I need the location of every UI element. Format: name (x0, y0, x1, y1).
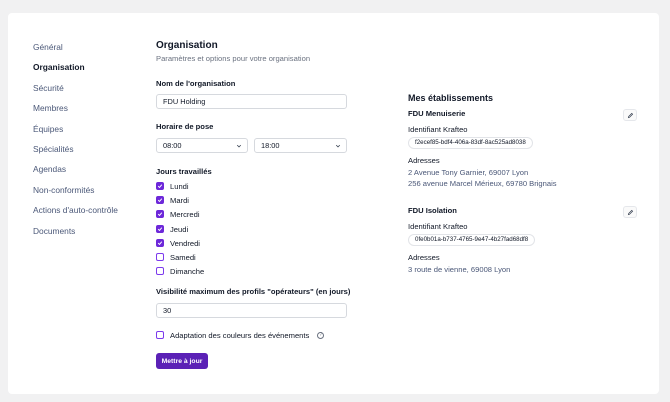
day-label: Samedi (170, 252, 196, 262)
visibility-days-input[interactable]: 30 (156, 303, 347, 318)
day-checkbox-mardi[interactable]: Mardi (156, 194, 189, 206)
start-time-value: 08:00 (163, 141, 182, 150)
checkbox-unchecked[interactable] (156, 253, 164, 261)
page-subtitle: Paramètres et options pour votre organis… (156, 54, 311, 63)
krafteo-id-value: 0fe0b01a-b737-4765-9e47-4b27fad68df8 (408, 234, 536, 246)
visibility-label: Visibilité maximum des profils "opérateu… (156, 287, 351, 296)
help-icon[interactable]: ? (317, 331, 325, 339)
checkbox-unchecked[interactable] (156, 331, 164, 339)
sidebar-item-documents[interactable]: Documents (33, 225, 118, 245)
checkbox-checked[interactable] (156, 182, 164, 190)
day-checkbox-samedi[interactable]: Samedi (156, 251, 196, 263)
day-label: Lundi (170, 181, 189, 191)
day-checkbox-dimanche[interactable]: Dimanche (156, 265, 204, 277)
day-label: Mardi (170, 195, 189, 205)
update-button[interactable]: Mettre à jour (156, 353, 208, 369)
schedule-label: Horaire de pose (156, 122, 214, 131)
workdays-label: Jours travaillés (156, 167, 212, 176)
page-title: Organisation (156, 40, 218, 51)
org-name-input[interactable]: FDU Holding (156, 94, 347, 109)
pencil-icon (627, 209, 633, 215)
checkbox-checked[interactable] (156, 196, 164, 204)
krafteo-id-label: Identifiant Krafteo (408, 125, 468, 134)
day-checkbox-vendredi[interactable]: Vendredi (156, 237, 200, 249)
krafteo-id-label: Identifiant Krafteo (408, 222, 468, 231)
establishment-name: FDU Menuiserie (408, 109, 466, 118)
day-label: Dimanche (170, 266, 205, 276)
checkbox-checked[interactable] (156, 225, 164, 233)
checkbox-unchecked[interactable] (156, 267, 164, 275)
pencil-icon (627, 112, 633, 118)
chevron-down-icon (236, 144, 242, 148)
addresses-label: Adresses (408, 156, 440, 165)
sidebar-item-selfcheck-actions[interactable]: Actions d'auto-contrôle (33, 204, 118, 224)
day-checkbox-mercredi[interactable]: Mercredi (156, 208, 200, 220)
day-label: Mercredi (170, 209, 200, 219)
sidebar-item-organisation[interactable]: Organisation (33, 61, 118, 81)
krafteo-id-value: f2ecef85-bdf4-406a-83df-8ac525ad8038 (408, 137, 533, 149)
address-line: 2 Avenue Tony Garnier, 69007 Lyon (408, 168, 529, 177)
day-checkbox-jeudi[interactable]: Jeudi (156, 223, 188, 235)
day-label: Jeudi (170, 224, 189, 234)
start-time-select[interactable]: 08:00 (156, 138, 248, 153)
address-line: 3 route de vienne, 69008 Lyon (408, 265, 511, 274)
sidebar-item-specialties[interactable]: Spécialités (33, 143, 118, 163)
check-icon (157, 184, 163, 189)
color-adaptation-label: Adaptation des couleurs des événements (170, 330, 310, 340)
sidebar-item-teams[interactable]: Équipes (33, 123, 118, 143)
checkbox-checked[interactable] (156, 239, 164, 247)
check-icon (157, 241, 163, 246)
check-icon (157, 212, 163, 217)
settings-sidebar: Général Organisation Sécurité Membres Éq… (33, 41, 118, 245)
check-icon (157, 198, 163, 203)
sidebar-item-general[interactable]: Général (33, 41, 118, 61)
checkbox-checked[interactable] (156, 210, 164, 218)
day-checkbox-lundi[interactable]: Lundi (156, 180, 189, 192)
end-time-value: 18:00 (261, 141, 280, 150)
day-label: Vendredi (170, 238, 200, 248)
end-time-select[interactable]: 18:00 (254, 138, 347, 153)
color-adaptation-checkbox-row[interactable]: Adaptation des couleurs des événements ? (156, 329, 325, 341)
sidebar-item-members[interactable]: Membres (33, 102, 118, 122)
address-line: 256 avenue Marcel Mérieux, 69780 Brignai… (408, 179, 557, 188)
edit-establishment-button[interactable] (623, 109, 637, 121)
settings-card: Général Organisation Sécurité Membres Éq… (8, 13, 659, 394)
sidebar-item-nonconformities[interactable]: Non-conformités (33, 184, 118, 204)
addresses-label: Adresses (408, 253, 440, 262)
establishment-name: FDU Isolation (408, 206, 457, 215)
check-icon (157, 227, 163, 232)
establishments-title: Mes établissements (408, 93, 494, 103)
chevron-down-icon (335, 144, 341, 148)
sidebar-item-agendas[interactable]: Agendas (33, 163, 118, 183)
org-name-label: Nom de l'organisation (156, 79, 236, 88)
edit-establishment-button[interactable] (623, 206, 637, 218)
sidebar-item-security[interactable]: Sécurité (33, 82, 118, 102)
